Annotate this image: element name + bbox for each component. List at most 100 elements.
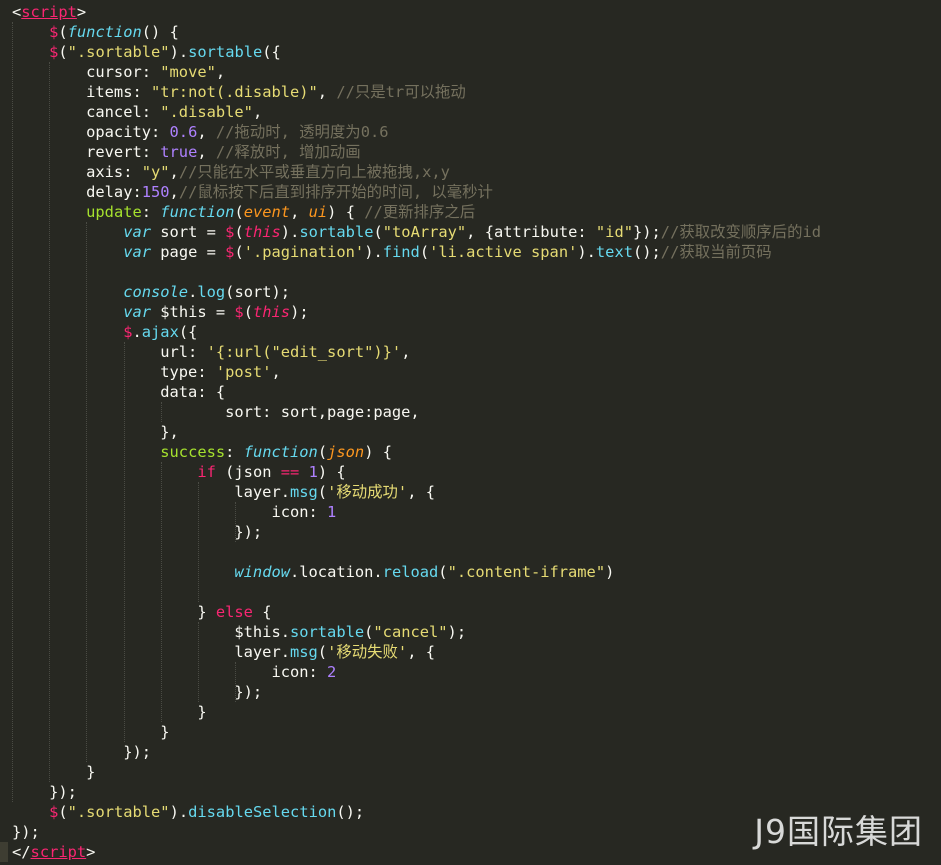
code-token: :	[225, 443, 244, 461]
code-token: ({	[178, 323, 198, 341]
code-token: ).	[577, 243, 596, 261]
code-line[interactable]: var sort = $(this).sortable("toArray", {…	[12, 222, 821, 242]
code-token: (	[438, 563, 448, 581]
code-line[interactable]: if (json == 1) {	[12, 462, 821, 482]
code-token: //更新排序之后	[364, 203, 476, 221]
code-line[interactable]: $(".sortable").disableSelection();	[12, 802, 821, 822]
code-line[interactable]: var $this = $(this);	[12, 302, 821, 322]
code-token: data: {	[12, 383, 226, 401]
code-token: (	[58, 803, 68, 821]
code-line[interactable]: sort: sort,page:page,	[12, 402, 821, 422]
code-token: , {	[407, 643, 435, 661]
code-line[interactable]: } else {	[12, 602, 821, 622]
code-line[interactable]: delay:150,//鼠标按下后直到排序开始的时间, 以毫秒计	[12, 182, 821, 202]
code-line[interactable]: }	[12, 762, 821, 782]
code-token: layer.	[12, 643, 290, 661]
code-line[interactable]: $(".sortable").sortable({	[12, 42, 821, 62]
code-token: );	[447, 623, 467, 641]
code-line[interactable]: layer.msg('移动失败', {	[12, 642, 821, 662]
code-token: :	[141, 203, 161, 221]
code-line[interactable]: opacity: 0.6, //拖动时, 透明度为0.6	[12, 122, 821, 142]
code-line[interactable]: <script>	[12, 2, 821, 22]
code-token: "toArray"	[382, 223, 467, 241]
code-token: $	[234, 303, 244, 321]
code-token: (	[317, 643, 328, 661]
code-line[interactable]: icon: 1	[12, 502, 821, 522]
code-token: //拖动时, 透明度为0.6	[215, 123, 389, 141]
code-token: ,	[317, 83, 337, 101]
code-token: ==	[280, 463, 300, 481]
code-line[interactable]: });	[12, 742, 821, 762]
code-line[interactable]: success: function(json) {	[12, 442, 821, 462]
code-token: reload	[382, 563, 439, 581]
code-token: ,	[252, 103, 263, 121]
code-token: ".sortable"	[67, 43, 170, 61]
code-line[interactable]: data: {	[12, 382, 821, 402]
code-line[interactable]: items: "tr:not(.disable)", //只是tr可以拖动	[12, 82, 821, 102]
code-token: cancel:	[12, 103, 161, 121]
code-line[interactable]: },	[12, 422, 821, 442]
code-token: <	[12, 3, 22, 21]
code-line[interactable]: $.ajax({	[12, 322, 821, 342]
code-line[interactable]	[12, 262, 821, 282]
code-line[interactable]: }	[12, 702, 821, 722]
code-token: ).	[169, 803, 189, 821]
code-area[interactable]: <script> $(function() { $(".sortable").s…	[12, 2, 821, 862]
code-token: true	[160, 143, 198, 161]
code-token: function	[243, 443, 318, 461]
code-token: '.pagination'	[243, 243, 365, 261]
code-token: function	[67, 23, 142, 41]
code-line[interactable]: revert: true, //释放时, 增加动画	[12, 142, 821, 162]
code-line[interactable]: axis: "y",//只能在水平或垂直方向上被拖拽,x,y	[12, 162, 821, 182]
code-token: .	[188, 283, 198, 301]
code-token: icon:	[12, 663, 328, 681]
code-line[interactable]: });	[12, 822, 821, 842]
code-line[interactable]	[12, 542, 821, 562]
code-token: '移动失败'	[327, 643, 408, 661]
code-line[interactable]	[12, 582, 821, 602]
code-line[interactable]: </script>	[12, 842, 821, 862]
code-token: (	[234, 243, 244, 261]
code-line[interactable]: cancel: ".disable",	[12, 102, 821, 122]
code-line[interactable]: update: function(event, ui) { //更新排序之后	[12, 202, 821, 222]
code-token: 'post'	[215, 363, 272, 381]
code-line[interactable]: var page = $('.pagination').find('li.act…	[12, 242, 821, 262]
code-token: ).	[280, 223, 300, 241]
code-token: this	[243, 223, 281, 241]
code-token: </	[12, 843, 31, 861]
code-editor[interactable]: <script> $(function() { $(".sortable").s…	[0, 0, 941, 865]
code-line[interactable]: console.log(sort);	[12, 282, 821, 302]
code-line[interactable]: icon: 2	[12, 662, 821, 682]
code-line[interactable]: type: 'post',	[12, 362, 821, 382]
code-token: //只是tr可以拖动	[336, 83, 466, 101]
code-token: ) {	[364, 443, 392, 461]
code-line[interactable]: });	[12, 522, 821, 542]
code-line[interactable]: $this.sortable("cancel");	[12, 622, 821, 642]
code-line[interactable]: });	[12, 782, 821, 802]
code-token: json	[327, 443, 365, 461]
code-token: ,	[169, 183, 179, 201]
code-token: ).	[169, 43, 189, 61]
code-token: (	[234, 223, 244, 241]
code-line[interactable]: url: '{:url("edit_sort")}',	[12, 342, 821, 362]
code-token: if	[197, 463, 216, 481]
code-line[interactable]: });	[12, 682, 821, 702]
code-line[interactable]: }	[12, 722, 821, 742]
code-token: });	[12, 783, 77, 801]
code-token: ({	[262, 43, 281, 61]
code-token: delay:	[12, 183, 142, 201]
code-token: , {attribute:	[466, 223, 596, 241]
code-line[interactable]: cursor: "move",	[12, 62, 821, 82]
code-token: axis:	[12, 163, 142, 181]
code-line[interactable]: window.location.reload(".content-iframe"…	[12, 562, 821, 582]
code-token: page =	[151, 243, 226, 261]
code-line[interactable]: $(function() {	[12, 22, 821, 42]
code-line[interactable]: layer.msg('移动成功', {	[12, 482, 821, 502]
code-token: .location.	[290, 563, 383, 581]
code-token: ,	[271, 363, 281, 381]
